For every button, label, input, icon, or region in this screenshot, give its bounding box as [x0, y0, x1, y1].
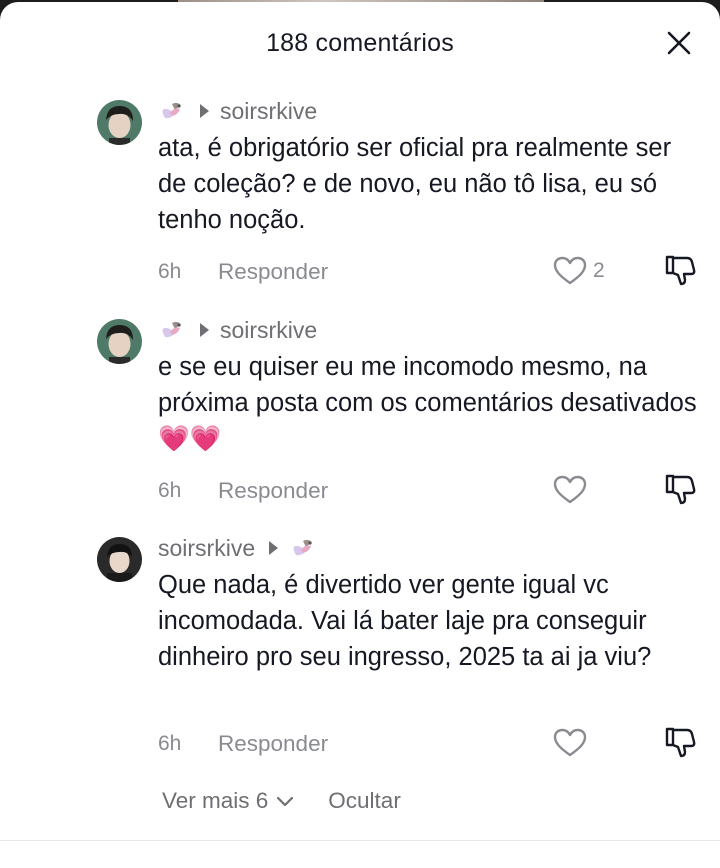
dislike-button[interactable] [663, 725, 697, 759]
comment-username[interactable]: soirsrkive [220, 317, 317, 344]
view-more-replies-button[interactable]: Ver mais 6 [162, 788, 296, 814]
like-button[interactable] [552, 727, 588, 759]
heart-icon [553, 256, 587, 285]
heart-icon [553, 475, 587, 504]
reply-button[interactable]: Responder [218, 731, 328, 757]
comments-header: 188 comentários [0, 2, 720, 86]
reply-target-avatar[interactable] [289, 534, 317, 562]
username-row: soirsrkive [158, 96, 317, 126]
play-arrow-icon [200, 104, 209, 118]
chevron-down-icon [277, 796, 294, 807]
comment-username[interactable]: soirsrkive [158, 535, 255, 562]
avatar[interactable] [97, 319, 142, 364]
thumbs-down-icon [665, 474, 696, 505]
comment-text: e se eu quiser eu me incomodo mesmo, na … [158, 353, 697, 453]
dislike-button[interactable] [663, 253, 697, 287]
view-more-label: Ver mais 6 [162, 788, 269, 813]
reply-target-avatar[interactable] [158, 97, 186, 125]
like-button[interactable] [552, 474, 588, 506]
comment-meta: 6h Responder [158, 257, 328, 287]
username-row: soirsrkive [158, 315, 317, 345]
comment-time: 6h [158, 260, 182, 283]
comment-time: 6h [158, 479, 182, 502]
hide-replies-button[interactable]: Ocultar [328, 788, 401, 814]
thumbs-down-icon [665, 255, 696, 286]
divider [0, 840, 720, 841]
play-arrow-icon [269, 541, 279, 555]
avatar[interactable] [97, 537, 142, 582]
reply-button[interactable]: Responder [218, 478, 328, 504]
comments-sheet: 188 comentários soirsrkive ata, é obriga… [0, 2, 720, 868]
comment-meta: 6h Responder [158, 476, 328, 506]
replies-controls: Ver mais 6 Ocultar [162, 788, 401, 814]
comments-count-title: 188 comentários [266, 29, 454, 57]
username-row: soirsrkive [158, 533, 317, 563]
close-icon [667, 31, 691, 55]
comment-meta: 6h Responder [158, 729, 328, 759]
comment-username[interactable]: soirsrkive [220, 98, 317, 125]
comment-text: Que nada, é divertido ver gente igual vc… [158, 571, 652, 671]
avatar[interactable] [97, 100, 142, 145]
heart-icon [553, 728, 587, 757]
like-button[interactable] [552, 255, 588, 287]
reply-target-avatar[interactable] [158, 316, 186, 344]
like-count: 2 [593, 259, 605, 282]
thumbs-down-icon [665, 727, 696, 758]
close-button[interactable] [662, 26, 696, 60]
comment-text: ata, é obrigatório ser oficial pra realm… [158, 134, 672, 234]
dislike-button[interactable] [663, 472, 697, 506]
comment-time: 6h [158, 732, 182, 755]
reply-button[interactable]: Responder [218, 259, 328, 285]
play-arrow-icon [200, 323, 209, 337]
